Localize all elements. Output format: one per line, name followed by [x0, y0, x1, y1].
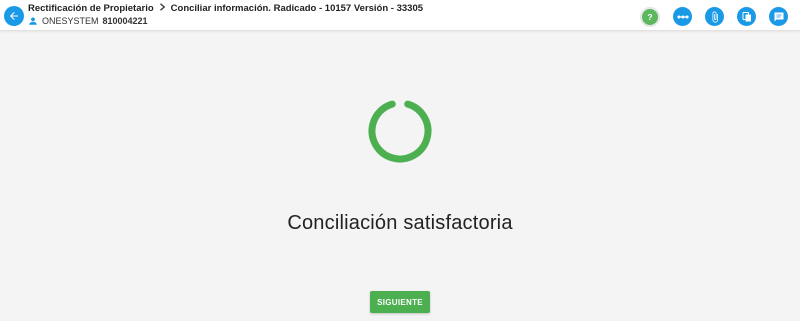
breadcrumb-parent[interactable]: Rectificación de Propietario [28, 3, 154, 14]
breadcrumb: Rectificación de Propietario Conciliar i… [28, 3, 423, 14]
user-id: 810004221 [102, 16, 148, 26]
status-message: Conciliación satisfactoria [287, 212, 513, 234]
copy-icon [742, 11, 751, 21]
arrow-left-icon [10, 12, 18, 20]
comment-icon [774, 12, 783, 21]
svg-text:?: ? [647, 12, 652, 22]
copy-button[interactable] [737, 7, 756, 26]
main-content: Conciliación satisfactoria SIGUIENTE [0, 32, 800, 321]
more-button[interactable] [673, 7, 692, 26]
comments-button[interactable] [769, 7, 788, 26]
next-button[interactable]: SIGUIENTE [370, 291, 430, 313]
breadcrumb-current: Conciliar información. Radicado - 10157 … [170, 3, 424, 14]
header-actions: ? [627, 7, 788, 27]
attachments-button[interactable] [705, 7, 724, 26]
help-button[interactable]: ? [640, 7, 660, 27]
paperclip-icon [712, 11, 718, 22]
help-icon: ? [647, 12, 652, 22]
back-button[interactable] [4, 6, 24, 26]
chevron-right-icon [159, 3, 166, 14]
more-horizontal-icon [676, 14, 689, 19]
user-icon [28, 16, 38, 26]
top-bar: Rectificación de Propietario Conciliar i… [0, 0, 800, 31]
user-name: ONESYSTEM [42, 16, 99, 26]
user-info: ONESYSTEM 810004221 [28, 16, 148, 26]
circular-progress-icon [368, 99, 432, 163]
